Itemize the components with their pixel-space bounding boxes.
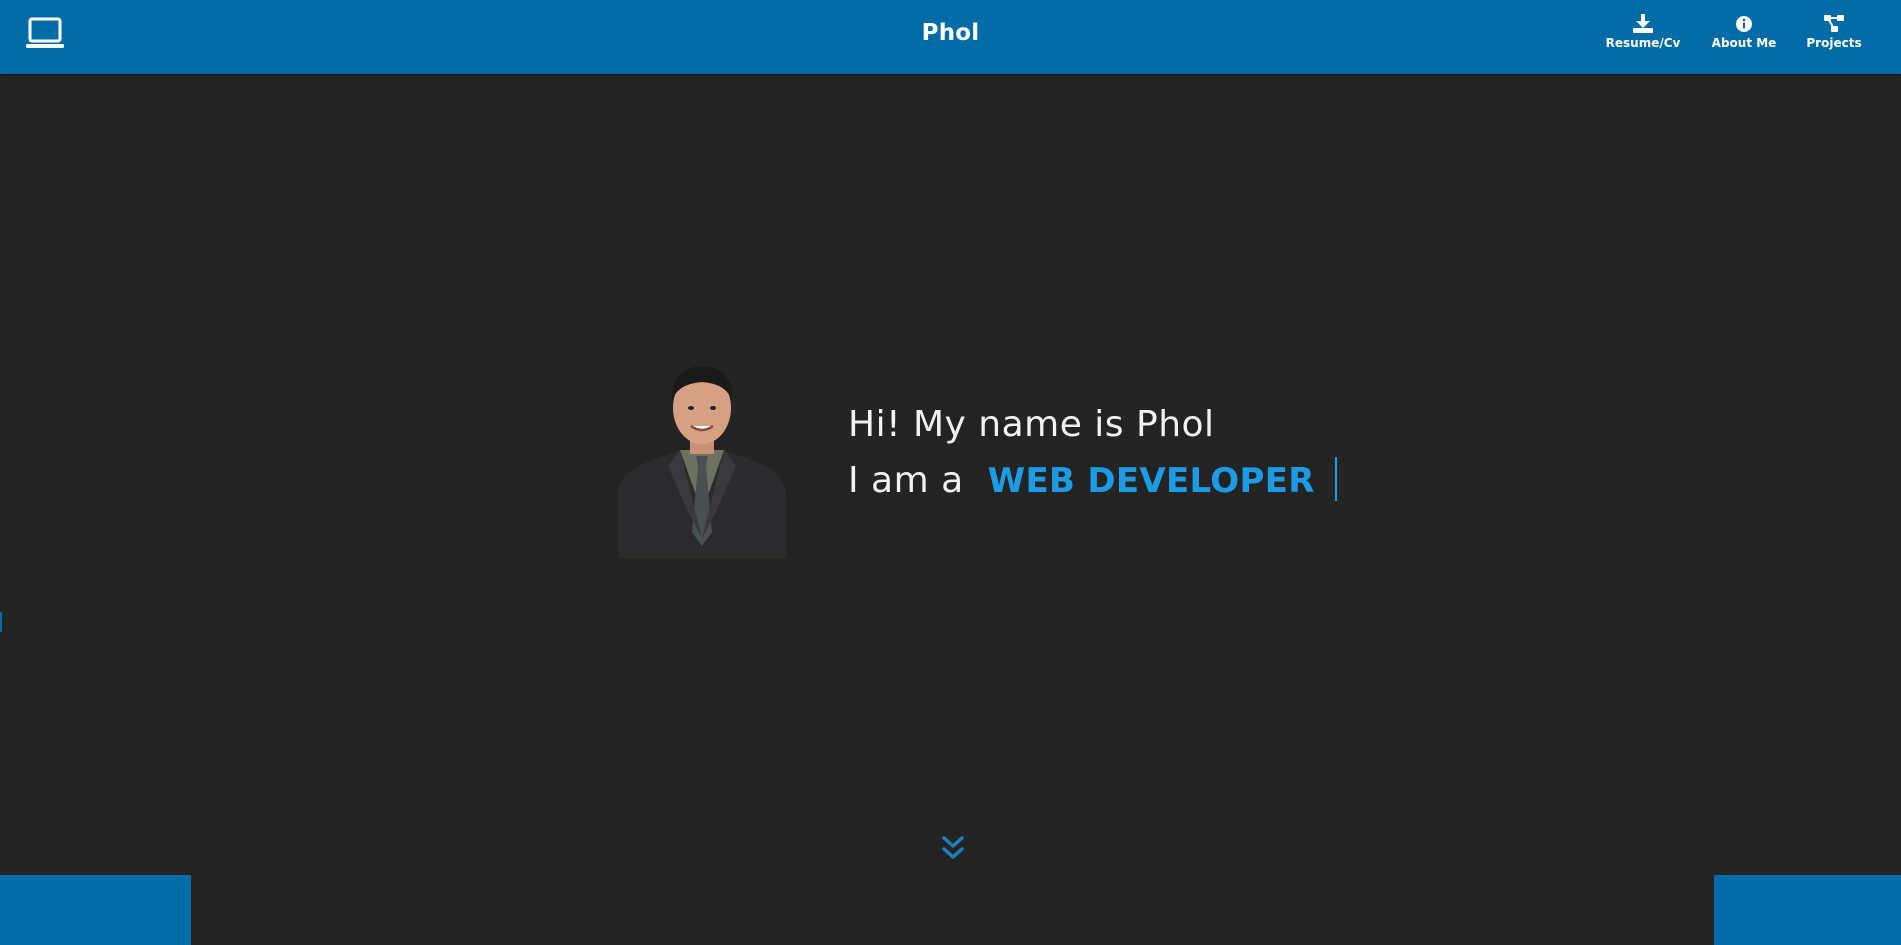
typing-cursor <box>1334 457 1337 501</box>
project-diagram-icon <box>1824 15 1844 32</box>
nav-resume-cv[interactable]: Resume/Cv <box>1603 14 1683 50</box>
laptop-icon[interactable] <box>26 17 64 51</box>
info-circle-icon <box>1736 16 1752 32</box>
download-icon <box>1633 14 1653 33</box>
nav-about-label: About Me <box>1711 36 1777 50</box>
hero-greeting: Hi! My name is Phol <box>848 404 1215 445</box>
nav-resume-label: Resume/Cv <box>1605 36 1681 50</box>
profile-photo <box>618 366 786 558</box>
nav-about-me[interactable]: About Me <box>1709 14 1779 50</box>
hero-role-line: I am a WEB DEVELOPER <box>848 457 1337 501</box>
hero-section: Hi! My name is Phol I am a WEB DEVELOPER <box>0 74 1901 945</box>
nav-projects[interactable]: Projects <box>1803 14 1865 50</box>
nav-projects-label: Projects <box>1806 36 1862 50</box>
brand-title[interactable]: Phol <box>922 20 980 46</box>
hero-role-prefix: I am a <box>848 460 964 501</box>
footer-block-left <box>0 875 191 945</box>
top-navbar: Phol Resume/Cv About Me Projects <box>0 0 1901 74</box>
left-edge-marker <box>0 612 2 632</box>
hero-role-typed: WEB DEVELOPER <box>987 461 1315 501</box>
footer-block-right <box>1714 875 1901 945</box>
double-chevron-down-icon[interactable] <box>940 834 966 864</box>
